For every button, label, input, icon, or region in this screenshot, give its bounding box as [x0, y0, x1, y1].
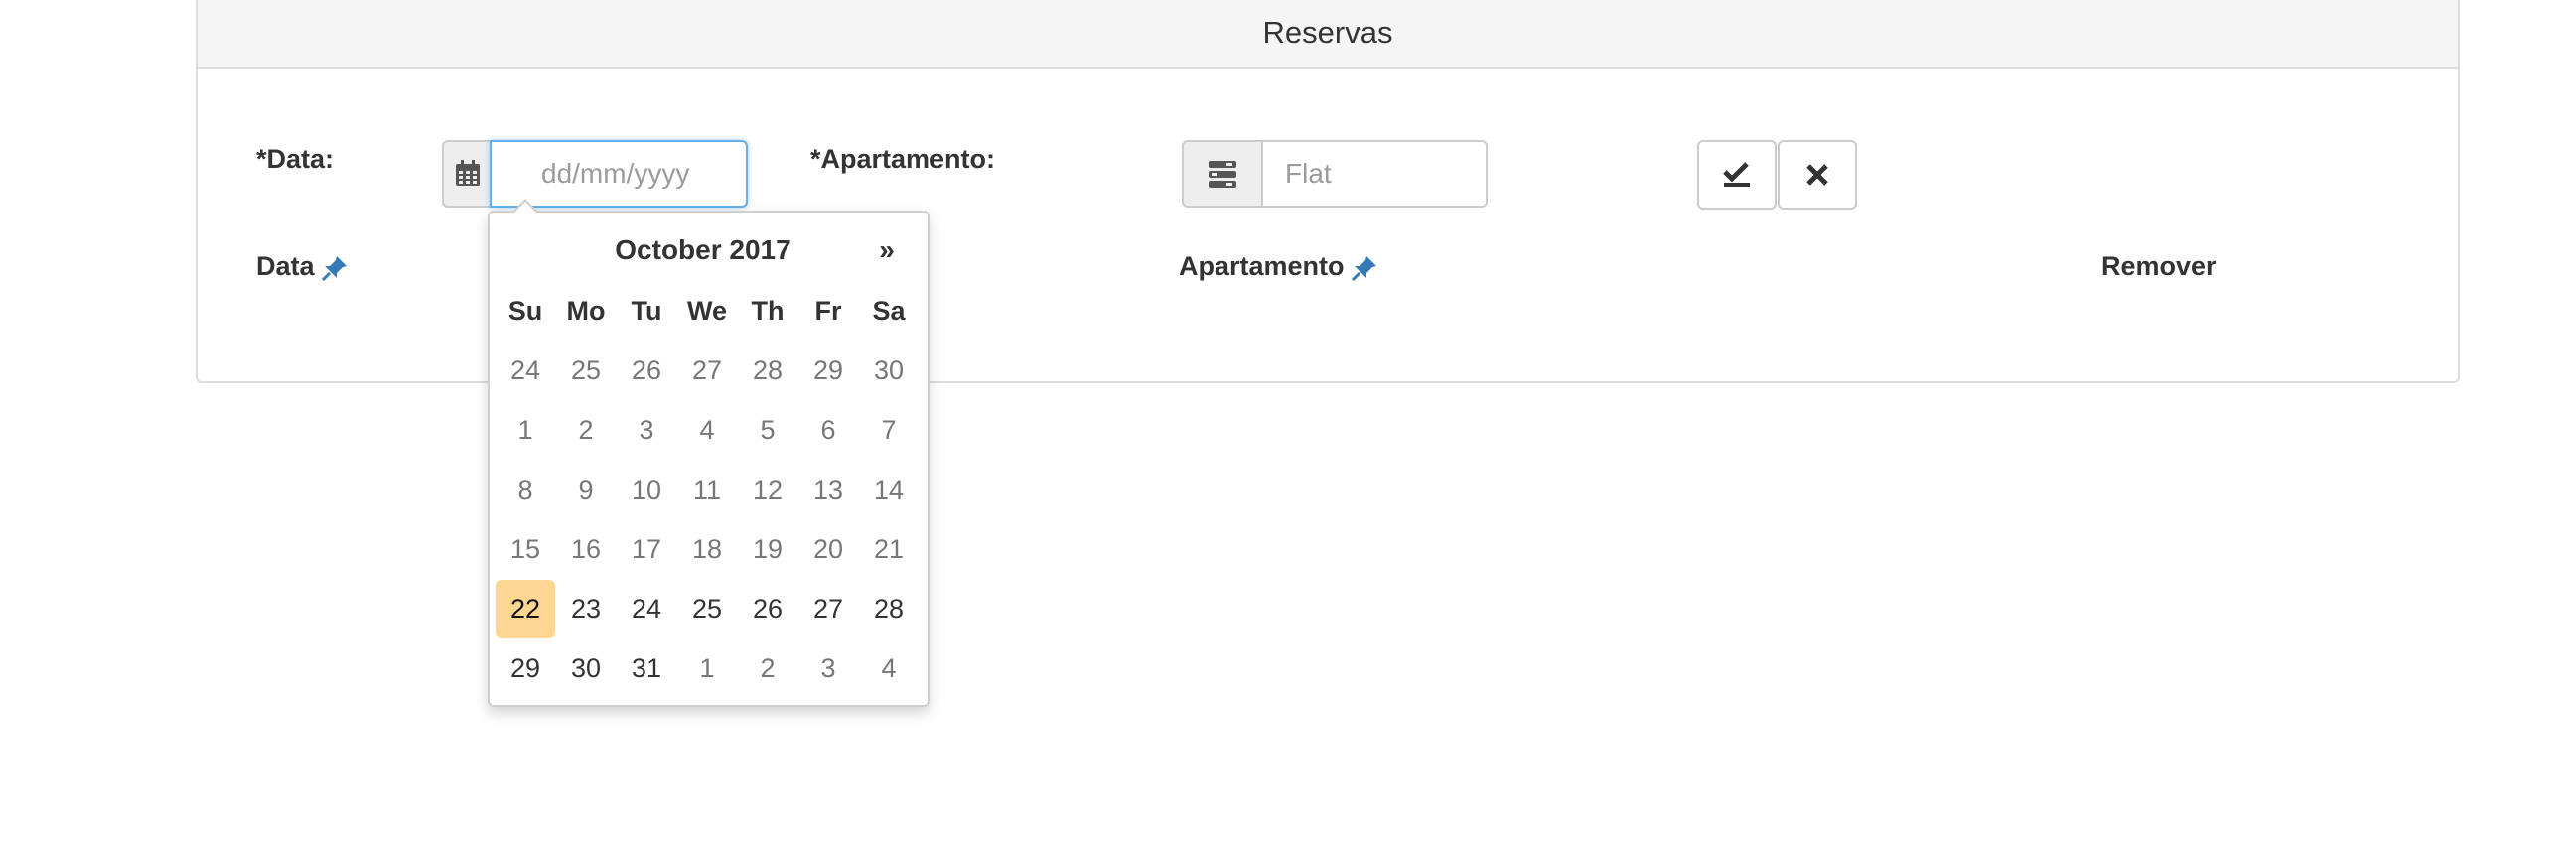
day-cell[interactable]: 30 [859, 342, 919, 399]
header-data[interactable]: Data [256, 251, 349, 282]
day-cell[interactable]: 3 [798, 640, 858, 697]
header-remover: Remover [2101, 251, 2217, 281]
day-cell[interactable]: 31 [617, 640, 676, 697]
pin-icon[interactable] [321, 254, 349, 282]
day-cell[interactable]: 15 [496, 520, 555, 578]
day-cell[interactable]: 10 [617, 461, 676, 518]
datepicker: October 2017 » Su Mo Tu We Th Fr Sa 24 25 26 27 28 2… [488, 199, 930, 707]
day-cell[interactable]: 17 [617, 520, 676, 578]
panel-title: Reservas [198, 0, 2458, 69]
day-cell[interactable]: 2 [738, 640, 797, 697]
day-cell[interactable]: 27 [798, 580, 858, 638]
day-cell[interactable]: 9 [556, 461, 616, 518]
confirm-button[interactable] [1697, 140, 1777, 210]
pin-icon[interactable] [1351, 254, 1378, 282]
day-cell[interactable]: 25 [556, 342, 616, 399]
weekday-header: Fr [814, 295, 842, 326]
day-cell[interactable]: 19 [738, 520, 797, 578]
day-cell[interactable]: 29 [798, 342, 858, 399]
day-cell[interactable]: 16 [556, 520, 616, 578]
datepicker-month-title[interactable]: October 2017 [569, 234, 837, 266]
day-cell[interactable]: 7 [859, 401, 919, 459]
day-cell[interactable]: 30 [556, 640, 616, 697]
day-cell[interactable]: 11 [677, 461, 737, 518]
weekday-header: We [686, 295, 727, 326]
close-icon [1806, 164, 1828, 186]
day-cell[interactable]: 1 [496, 401, 555, 459]
day-cell[interactable]: 22 [496, 580, 555, 638]
apartment-input[interactable] [1261, 140, 1488, 208]
header-apartamento[interactable]: Apartamento [1179, 251, 1378, 282]
date-label: *Data: [256, 144, 335, 174]
apartment-label: *Apartamento: [810, 144, 996, 174]
check-icon [1723, 162, 1750, 187]
weekday-header: Th [751, 295, 785, 326]
day-cell[interactable]: 4 [859, 640, 919, 697]
day-cell[interactable]: 21 [859, 520, 919, 578]
weekday-header: Sa [872, 295, 906, 326]
day-cell[interactable]: 12 [738, 461, 797, 518]
day-cell[interactable]: 1 [677, 640, 737, 697]
day-cell[interactable]: 6 [798, 401, 858, 459]
day-cell[interactable]: 18 [677, 520, 737, 578]
apartment-addon[interactable] [1182, 140, 1263, 208]
header-apartamento-label: Apartamento [1179, 251, 1345, 281]
day-cell[interactable]: 28 [859, 580, 919, 638]
date-addon[interactable] [442, 140, 492, 208]
weekday-header: Mo [566, 295, 606, 326]
header-data-label: Data [256, 251, 315, 281]
day-cell[interactable]: 23 [556, 580, 616, 638]
day-cell[interactable]: 4 [677, 401, 737, 459]
weekday-header: Su [507, 295, 543, 326]
day-cell[interactable]: 29 [496, 640, 555, 697]
list-icon [1209, 161, 1236, 188]
day-cell[interactable]: 27 [677, 342, 737, 399]
weekday-header: Tu [631, 295, 662, 326]
cancel-button[interactable] [1778, 140, 1857, 210]
day-cell[interactable]: 26 [617, 342, 676, 399]
day-cell[interactable]: 28 [738, 342, 797, 399]
day-cell[interactable]: 2 [556, 401, 616, 459]
date-input[interactable] [490, 140, 748, 208]
day-cell[interactable]: 24 [496, 342, 555, 399]
day-cell[interactable]: 13 [798, 461, 858, 518]
day-cell[interactable]: 24 [617, 580, 676, 638]
day-cell[interactable]: 26 [738, 580, 797, 638]
day-cell[interactable]: 20 [798, 520, 858, 578]
day-cell[interactable]: 5 [738, 401, 797, 459]
calendar-icon [456, 160, 480, 186]
datepicker-next-button[interactable]: » [857, 234, 917, 266]
day-cell[interactable]: 14 [859, 461, 919, 518]
day-cell[interactable]: 8 [496, 461, 555, 518]
day-cell[interactable]: 3 [617, 401, 676, 459]
day-cell[interactable]: 25 [677, 580, 737, 638]
